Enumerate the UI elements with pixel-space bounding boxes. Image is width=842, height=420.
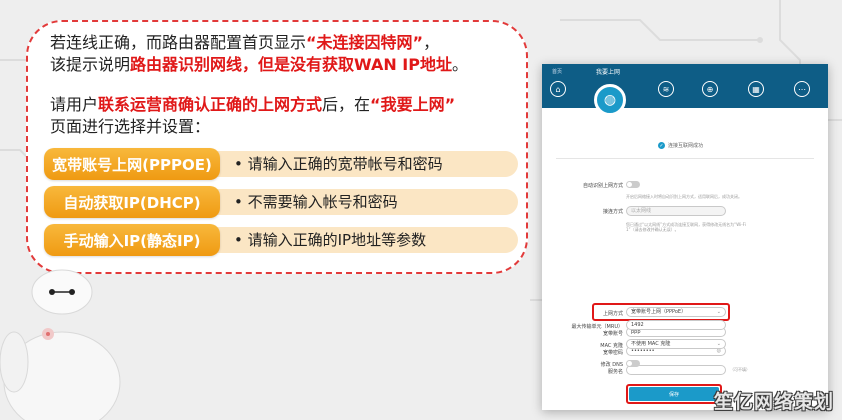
info-card: 若连线正确，而路由器配置首页显示“未连接因特网”， 该提示说明路由器识别网线，但… — [26, 20, 528, 274]
password-label: 宽带密码 — [602, 350, 623, 356]
method-row-static: 手动输入IP(静态IP) • 请输入正确的IP地址等参数 — [44, 224, 520, 256]
mode-select[interactable]: 宽带账号上网（PPPoE） ⌄ — [626, 307, 726, 317]
router-header: 首页 我要上网 ⌂ ◍ ≋ ⊕ ▦ ⋯ — [542, 64, 828, 116]
instruction-line1-mid: 后，在 — [322, 95, 371, 114]
check-icon: ✓ — [658, 142, 665, 149]
method-desc-pppoe: • 请输入正确的宽带帐号和密码 — [234, 155, 443, 173]
auto-detect-hint: 开启后网络接入时将自动识别上网方式，适用联网后，成功关闭。 — [626, 194, 742, 199]
dns-label: 修改 DNS — [600, 362, 623, 368]
mac-select[interactable]: 不使用 MAC 克隆 ⌄ — [626, 339, 726, 349]
divider — [556, 158, 814, 159]
router-form: ✓ 连接互联网成功 自动识别上网方式 开启后网络接入时将自动识别上网方式，适用联… — [542, 108, 828, 410]
status-text: 连接互联网成功 — [668, 143, 704, 149]
save-button[interactable]: 保存 — [629, 387, 719, 401]
mascot-illustration — [0, 269, 121, 420]
service-input[interactable] — [626, 365, 726, 375]
intro-line2-text: 该提示说明 — [50, 55, 131, 74]
router-home-link[interactable]: 首页 — [552, 68, 562, 75]
method-label-pppoe: 宽带账号上网(PPPOE) — [44, 148, 220, 180]
method-desc-dhcp: • 不需要输入帐号和密码 — [234, 193, 398, 211]
devices-icon[interactable]: ▦ — [748, 81, 764, 97]
router-config-screenshot: 首页 我要上网 ⌂ ◍ ≋ ⊕ ▦ ⋯ ✓ 连接互联网成功 自动识别上网方式 开… — [542, 64, 828, 410]
detect-hint: 您已通过“以太网线”方式成功连接互联网，获得修改无线名为“Wi-Fi 1”（请去… — [626, 222, 746, 232]
service-label: 服务名 — [607, 369, 623, 375]
intro-line2-tail: 。 — [451, 55, 468, 74]
method-row-pppoe: 宽带账号上网(PPPOE) • 请输入正确的宽带帐号和密码 — [44, 148, 520, 180]
intro-line1-tail: ， — [423, 33, 440, 52]
mode-label: 上网方式 — [602, 311, 623, 317]
mtu-label: 最大传输单元（MRU） — [571, 324, 623, 330]
method-desc-static: • 请输入正确的IP地址等参数 — [234, 231, 427, 249]
auto-detect-label: 自动识别上网方式 — [582, 183, 623, 189]
service-optional-note: （可不填） — [730, 367, 750, 372]
method-label-static: 手动输入IP(静态IP) — [44, 224, 220, 256]
more-icon[interactable]: ⋯ — [794, 81, 810, 97]
intro-text: 若连线正确，而路由器配置首页显示“未连接因特网”， 该提示说明路由器识别网线，但… — [50, 32, 468, 76]
account-label: 宽带账号 — [602, 331, 623, 337]
instruction-text: 请用户联系运营商确认正确的上网方式后，在“我要上网” 页面进行选择并设置： — [50, 94, 455, 138]
dns-toggle[interactable] — [626, 360, 640, 367]
mac-label: MAC 克隆 — [600, 343, 623, 349]
chevron-down-icon: ⌄ — [716, 309, 721, 315]
internet-page-name: “我要上网” — [370, 95, 456, 114]
home-icon[interactable]: ⌂ — [550, 81, 566, 97]
mtu-value: 1492 — [631, 322, 644, 328]
method-label-dhcp: 自动获取IP(DHCP) — [44, 186, 220, 218]
wan-ip-warning: 路由器识别网线，但是没有获取WAN IP地址 — [130, 55, 452, 74]
auto-detect-toggle[interactable] — [626, 181, 640, 188]
contact-isp-text: 联系运营商确认正确的上网方式 — [98, 95, 323, 114]
network-icon[interactable]: ⊕ — [702, 81, 718, 97]
instruction-line2: 页面进行选择并设置： — [50, 117, 211, 136]
router-page-title: 我要上网 — [596, 69, 621, 76]
instruction-line1-text: 请用户 — [50, 95, 99, 114]
detect-mode-value: 以太网线 — [631, 208, 652, 214]
wifi-icon[interactable]: ≋ — [658, 81, 674, 97]
connection-status: ✓ 连接互联网成功 — [658, 142, 703, 149]
mtu-input[interactable]: 1492 — [626, 320, 726, 330]
method-row-dhcp: 自动获取IP(DHCP) • 不需要输入帐号和密码 — [44, 186, 520, 218]
mac-select-value: 不使用 MAC 克隆 — [631, 341, 671, 347]
detect-mode-label: 接连方式 — [602, 209, 623, 215]
watermark-text: 笙亿网络策划 — [713, 391, 834, 413]
no-internet-status: “未连接因特网” — [306, 33, 424, 52]
mode-select-value: 宽带账号上网（PPPoE） — [631, 309, 687, 315]
detect-mode-field: 以太网线 — [626, 206, 726, 216]
chevron-down-icon: ⌄ — [716, 341, 721, 347]
intro-line1-text: 若连线正确，而路由器配置首页显示 — [50, 33, 307, 52]
